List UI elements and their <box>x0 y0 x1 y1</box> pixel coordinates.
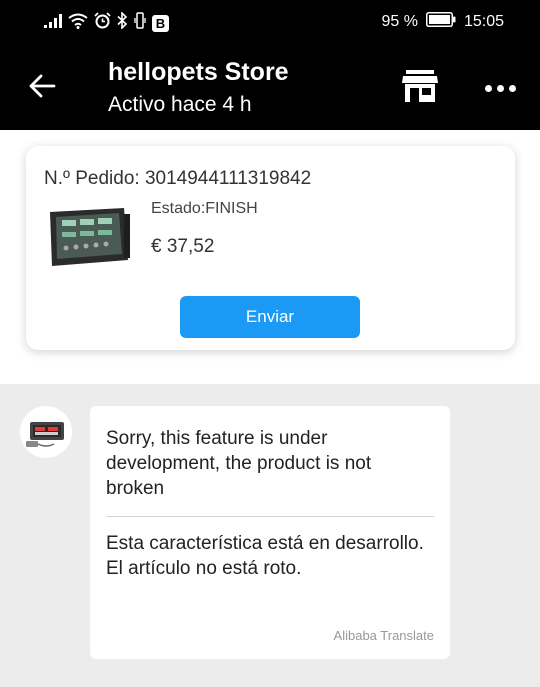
translator-attribution: Alibaba Translate <box>333 628 434 643</box>
order-price: € 37,52 <box>151 236 215 257</box>
store-activity-status: Activo hace 4 h <box>108 93 252 116</box>
status-right: 95 % 15:05 <box>381 12 504 32</box>
status-icons: B <box>44 11 169 34</box>
status-bar: B 95 % 15:05 <box>0 0 540 44</box>
storefront-icon <box>402 69 438 107</box>
back-arrow-icon <box>28 74 56 103</box>
translation-divider <box>106 516 434 517</box>
more-options-button[interactable] <box>476 70 524 106</box>
message-translated-text: Esta característica está en desarrollo. … <box>106 533 424 579</box>
clock-text: 15:05 <box>463 13 504 30</box>
message-bubble[interactable]: Sorry, this feature is under development… <box>90 406 450 659</box>
order-card[interactable]: N.º Pedido: 3014944111319842 Estado:FINI… <box>26 146 515 350</box>
wifi-icon <box>68 13 88 34</box>
product-thumbnail[interactable] <box>44 204 132 270</box>
message-original-text: Sorry, this feature is under development… <box>106 428 372 499</box>
more-dots-icon <box>484 84 492 92</box>
vibrate-icon <box>134 12 146 34</box>
order-number: N.º Pedido: 3014944111319842 <box>44 168 312 189</box>
store-button[interactable] <box>398 68 442 108</box>
send-order-button[interactable]: Enviar <box>180 296 360 338</box>
order-section: N.º Pedido: 3014944111319842 Estado:FINI… <box>0 130 540 384</box>
signal-icon <box>44 13 62 33</box>
store-name[interactable]: hellopets Store <box>108 58 289 87</box>
bluetooth-icon <box>117 11 128 34</box>
chat-header: hellopets Store Activo hace 4 h <box>0 44 540 130</box>
battery-icon <box>425 12 456 32</box>
back-button[interactable] <box>22 70 62 106</box>
seller-avatar[interactable] <box>20 406 72 458</box>
order-status: Estado:FINISH <box>151 200 258 217</box>
alarm-icon <box>94 12 111 34</box>
app-badge-icon: B <box>152 14 169 32</box>
battery-text: 95 % <box>381 13 418 30</box>
